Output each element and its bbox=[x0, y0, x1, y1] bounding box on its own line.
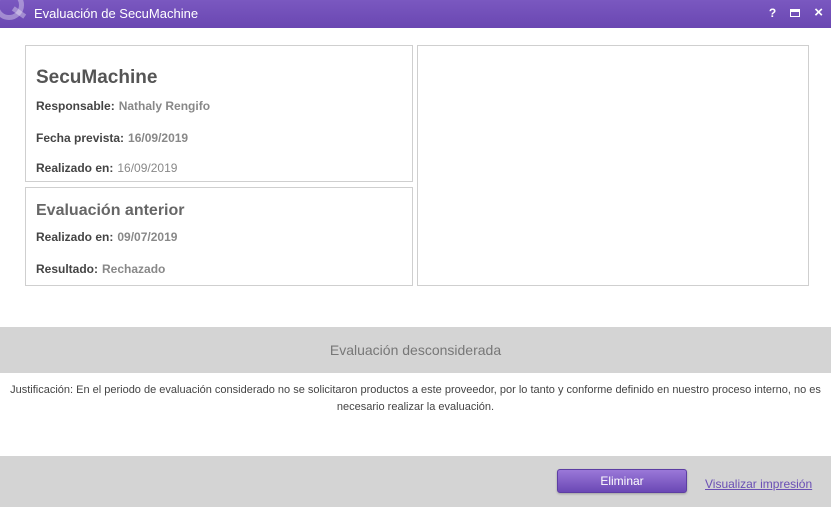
resultado-value: Rechazado bbox=[102, 262, 166, 276]
responsable-row: Responsable: Nathaly Rengifo bbox=[36, 99, 210, 113]
responsable-value: Nathaly Rengifo bbox=[118, 99, 211, 113]
print-preview-link[interactable]: Visualizar impresión bbox=[705, 477, 812, 491]
footer-bar: Eliminar Visualizar impresión bbox=[0, 456, 831, 507]
window-title: Evaluación de SecuMachine bbox=[34, 6, 199, 21]
evaluation-title: SecuMachine bbox=[36, 67, 158, 88]
detail-panel bbox=[417, 45, 809, 286]
realizado-value: 16/09/2019 bbox=[117, 161, 178, 175]
status-text: Evaluación desconsiderada bbox=[329, 342, 502, 358]
fecha-prevista-row: Fecha prevista: 16/09/2019 bbox=[36, 131, 188, 145]
previous-realizado-label: Realizado en: bbox=[36, 230, 114, 244]
status-banner: Evaluación desconsiderada bbox=[0, 327, 831, 373]
previous-realizado-row: Realizado en: 09/07/2019 bbox=[36, 230, 177, 244]
responsable-label: Responsable: bbox=[36, 99, 115, 113]
realizado-row: Realizado en: 16/09/2019 bbox=[36, 161, 177, 175]
previous-realizado-value: 09/07/2019 bbox=[117, 230, 178, 244]
close-button[interactable]: × bbox=[814, 5, 823, 21]
previous-evaluation-title: Evaluación anterior bbox=[36, 202, 185, 219]
resultado-row: Resultado: Rechazado bbox=[36, 262, 165, 276]
maximize-button[interactable] bbox=[790, 5, 801, 21]
window-controls: ? × bbox=[769, 5, 823, 21]
fecha-prevista-value: 16/09/2019 bbox=[128, 131, 189, 145]
help-button[interactable]: ? bbox=[769, 5, 776, 21]
title-bar: Evaluación de SecuMachine ? × bbox=[0, 0, 831, 28]
previous-evaluation-panel: Evaluación anterior Realizado en: 09/07/2… bbox=[25, 187, 413, 286]
realizado-label: Realizado en: bbox=[36, 161, 114, 175]
justification-text: Justificación: En el periodo de evaluaci… bbox=[10, 384, 821, 413]
delete-button[interactable]: Eliminar bbox=[557, 469, 687, 493]
maximize-icon bbox=[790, 9, 801, 17]
resultado-label: Resultado: bbox=[36, 262, 99, 276]
fecha-prevista-label: Fecha prevista: bbox=[36, 131, 125, 145]
evaluation-panel: SecuMachine Responsable: Nathaly Rengifo … bbox=[25, 45, 413, 182]
